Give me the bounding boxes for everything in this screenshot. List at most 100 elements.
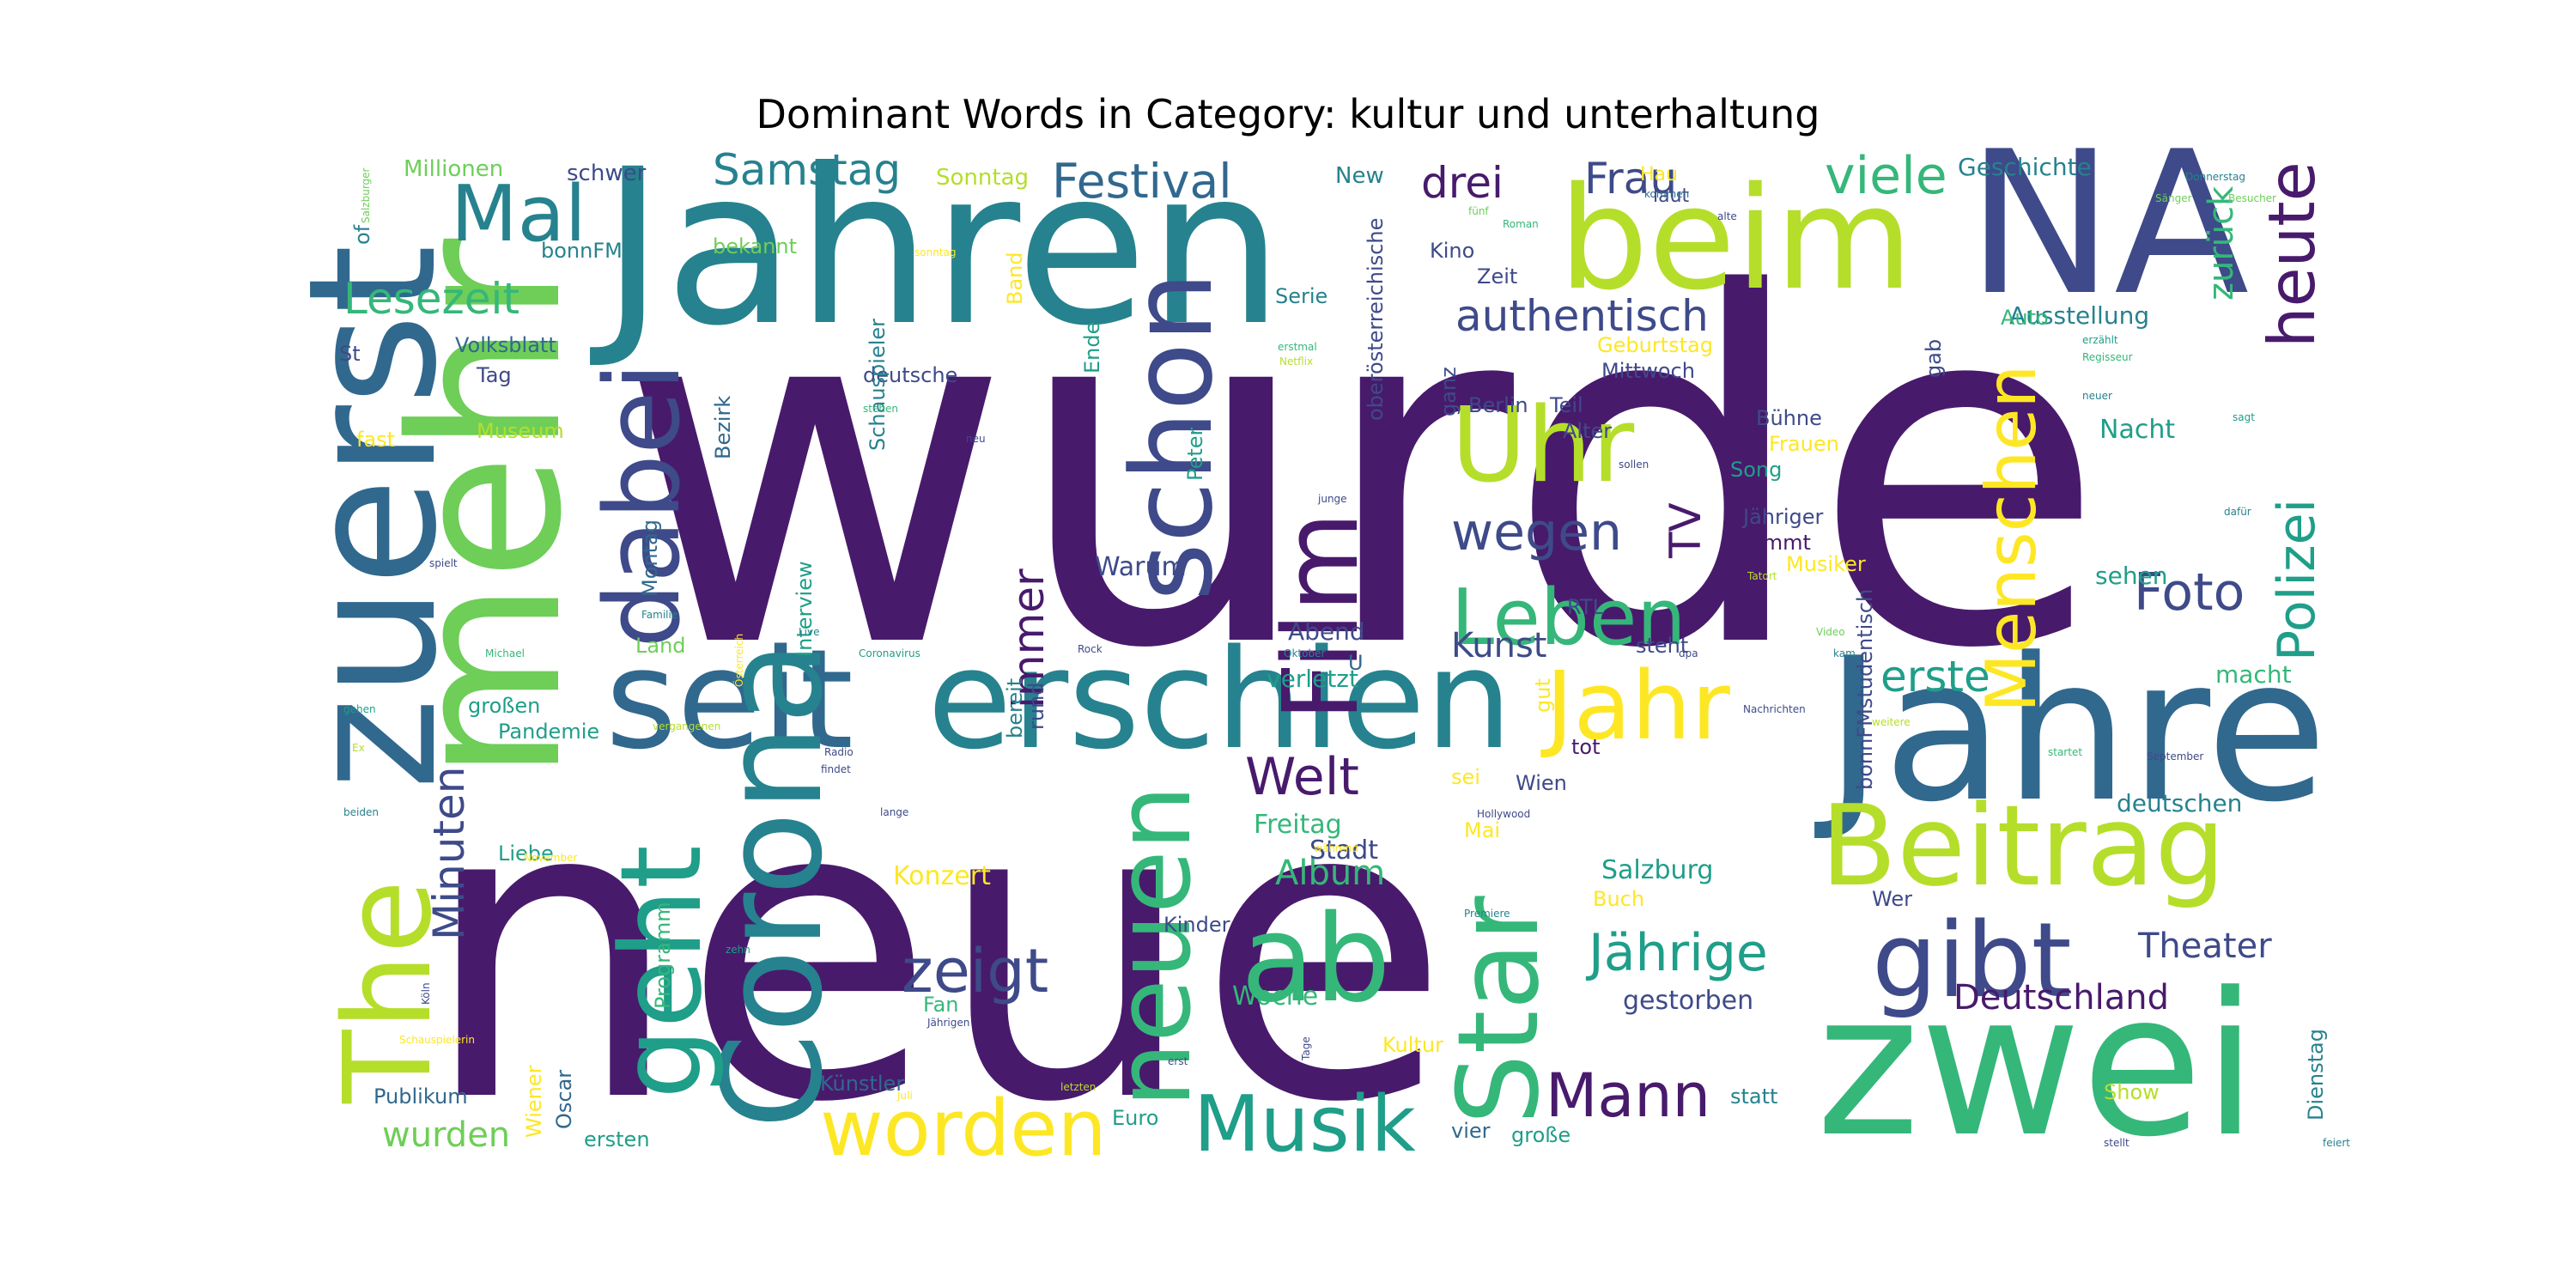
word-bonnfmstudentisch: bonnFMstudentisch [1853,589,1877,790]
word-sagt: sagt [2233,411,2255,423]
word-wurden: wurden [382,1115,510,1155]
word-pandemie: Pandemie [498,720,599,744]
word-koln: Köln [420,982,432,1005]
word-interview: Interview [793,561,817,657]
word-gro-e: große [1511,1123,1571,1147]
word-kam: kam [1833,647,1856,659]
word-gut: gut [1531,678,1555,713]
word-sehen: sehen [2095,562,2168,590]
word-tot: tot [1571,735,1601,759]
word-november: November [524,852,577,864]
word-ganz: ganz [1437,367,1461,416]
word-osterreich: Österreich [732,634,745,687]
word-gab: gab [1922,339,1946,378]
word-kino: Kino [1430,239,1474,263]
word-wien: Wien [1516,771,1567,795]
word-coronavirus: Coronavirus [859,647,920,659]
word-familie: Familie [641,609,677,621]
word-jahrigen: Jährigen [927,1017,969,1029]
word-erste: erste [1880,652,1990,702]
figure-canvas: Dominant Words in Category: kultur und u… [0,0,2576,1288]
word-neuer: neuer [2082,390,2112,402]
word-gehen: gehen [343,703,376,715]
word-erstmal: erstmal [1278,341,1317,353]
word-woche: Woche [1232,981,1318,1012]
word-weitere: weitere [1872,716,1911,728]
word-of: of [350,224,374,245]
word-dienstag: Dienstag [2304,1029,2328,1121]
word-juli: Juli [896,1090,913,1102]
word-sei: sei [1451,765,1480,789]
word-berlin: Berlin [1468,393,1528,417]
word-nachrichten: Nachrichten [1743,703,1806,715]
word-vergangenen: vergangenen [653,720,720,732]
word-radio: Radio [824,746,854,758]
word-bonnfm: bonnFM [541,239,623,263]
word-frauen: Frauen [1769,432,1839,456]
word-deutschland: Deutschland [1953,978,2169,1018]
word-alter: Alter [1563,419,1612,443]
word-tag: Tag [476,363,512,387]
word-zehn: zehn [726,944,750,956]
word-new: New [1335,163,1384,189]
word-viele: viele [1825,146,1947,206]
word-teil: Teil [1549,393,1583,417]
word-junge: junge [1317,493,1347,505]
word-live: Live [799,626,820,638]
word-stehen: stehen [863,403,898,415]
word-ende: Ende [1080,322,1104,374]
word-sanger: Sänger [2155,192,2192,204]
word-netflix: Netflix [1279,355,1313,368]
word-kommen: kommen [1644,188,1689,200]
word-kinder: Kinder [1163,913,1230,937]
word-serie: Serie [1275,284,1327,308]
word-oscar: Oscar [552,1070,576,1129]
word-tv: TV [1661,502,1710,559]
word-mittwoch: Mittwoch [1601,359,1695,383]
word-lange: lange [880,806,908,818]
word-oktober: Oktober [1284,647,1325,659]
word-jahr: Jahr [1540,651,1731,761]
word-rund: rund [1024,682,1048,730]
word-feiert: feiert [2323,1137,2350,1149]
word-peter: Peter [1183,427,1207,481]
word-millionen: Millionen [404,156,503,182]
word-bezirk: Bezirk [711,396,735,459]
word-polizei: Polizei [2267,499,2327,661]
word-donnerstag: Donnerstag [2185,171,2245,183]
word-mai: Mai [1464,818,1500,842]
word-publikum: Publikum [374,1084,468,1109]
word-welt: Welt [1245,747,1359,807]
word-rtl: RTL [1567,595,1605,619]
word-mann: Mann [1546,1060,1710,1131]
word-letzten: letzten [1060,1081,1096,1093]
word-jahrige: Jährige [1585,923,1768,983]
word-neu: neu [966,433,986,445]
word-ersten: ersten [584,1127,650,1151]
word-abend: Abend [1288,617,1365,646]
word-schauspielerin: Schauspielerin [399,1034,475,1046]
word-findet: findet [821,763,851,775]
word-song: Song [1730,458,1782,482]
word-worden: worden [820,1084,1107,1174]
word-heute: heute [2254,161,2330,348]
word-bereit: bereit [1003,678,1027,738]
word-u: U [1348,651,1364,675]
word-festival: Festival [1052,154,1232,209]
word-musiker: Musiker [1786,552,1866,576]
word-ex: Ex [352,742,365,754]
word-kunst: Kunst [1451,626,1546,665]
word-fast: fast [356,428,395,452]
word-erzahlt: erzählt [2082,334,2118,346]
word-show: Show [2104,1080,2160,1104]
word-funf: fünf [1468,205,1489,217]
word-dpa: dpa [1679,647,1698,659]
word-bekannt: bekannt [713,234,797,258]
word-deutschen: deutschen [2117,789,2242,817]
word-buhne: Bühne [1756,406,1822,430]
word-statt: statt [1730,1084,1777,1109]
word-rock: Rock [1078,643,1103,655]
word-neuen: neuen [1095,785,1214,1108]
word-kommt: kommt [1739,531,1811,555]
word-dafur: dafür [2224,506,2251,518]
